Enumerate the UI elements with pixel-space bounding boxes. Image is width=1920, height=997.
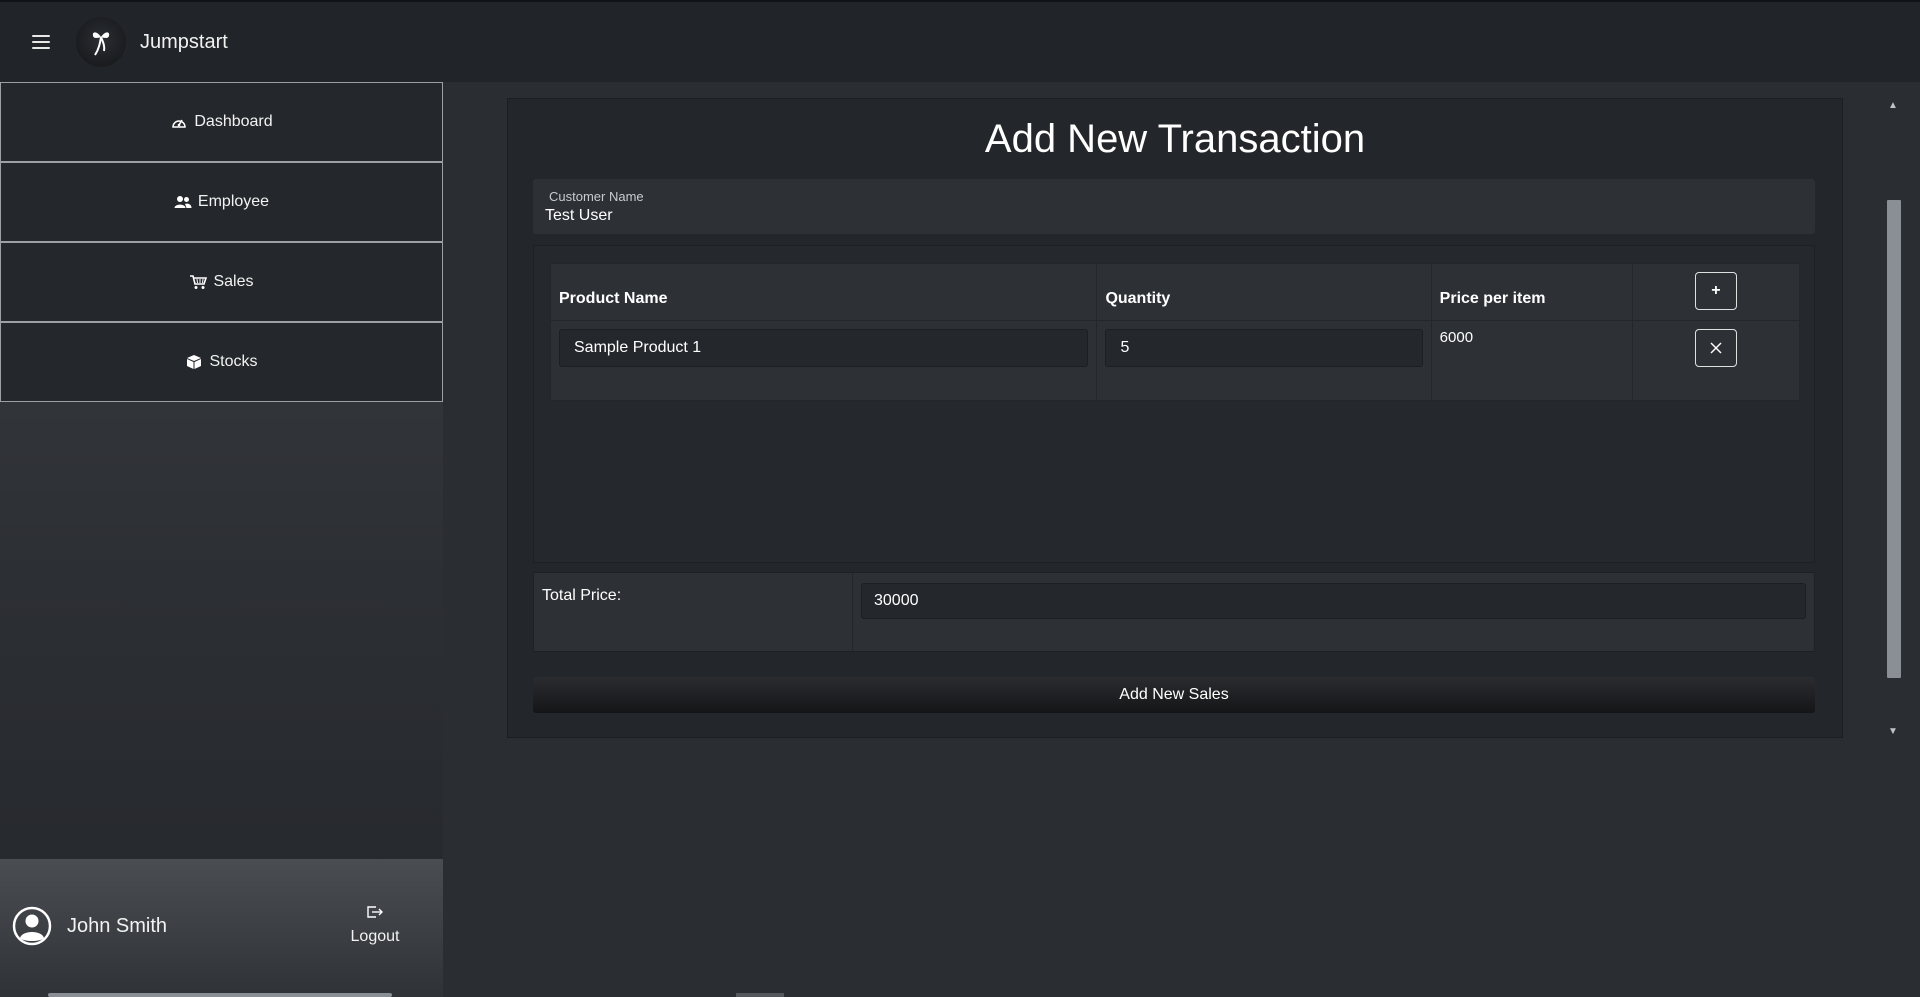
column-header-actions: + (1631, 263, 1801, 321)
cart-icon (189, 273, 208, 291)
avatar-icon (12, 906, 52, 946)
customer-name-value[interactable]: Test User (545, 207, 613, 225)
top-bar: Jumpstart (0, 0, 1920, 82)
column-header-price: Price per item (1430, 263, 1633, 321)
horizontal-scrollbar[interactable] (48, 993, 392, 997)
page-title: Add New Transaction (984, 117, 1366, 161)
gauge-icon (170, 113, 188, 131)
product-name-input[interactable]: Sample Product 1 (559, 329, 1089, 367)
users-icon (174, 193, 192, 211)
remove-row-button[interactable] (1694, 329, 1737, 367)
logout-button[interactable]: Logout (345, 905, 405, 946)
transaction-form-card: Add New Transaction Customer Name Test U… (507, 98, 1843, 738)
price-cell: 6000 (1430, 320, 1633, 401)
main-content: Add New Transaction Customer Name Test U… (443, 82, 1920, 997)
sidebar-item-sales[interactable]: Sales (0, 242, 443, 322)
logout-label: Logout (350, 928, 400, 945)
user-name: John Smith (67, 915, 168, 937)
total-price-input[interactable]: 30000 (861, 583, 1806, 619)
horizontal-scrollbar-thumb[interactable] (736, 993, 784, 997)
sidebar-item-dashboard[interactable]: Dashboard (0, 82, 443, 162)
total-price-label: Total Price: (534, 573, 853, 651)
quantity-input[interactable]: 5 (1105, 329, 1423, 367)
add-row-button[interactable]: + (1694, 272, 1737, 310)
scrollbar-thumb[interactable] (1887, 200, 1901, 678)
column-header-product: Product Name (549, 263, 1098, 321)
hamburger-menu-icon[interactable] (32, 35, 50, 49)
column-header-quantity: Quantity (1096, 263, 1432, 321)
box-icon (185, 353, 203, 371)
total-price-cell: 30000 (853, 573, 1814, 651)
sidebar: Dashboard Employee Sales Stocks John Smi… (0, 82, 443, 997)
sidebar-item-label: Sales (213, 273, 254, 290)
customer-name-label: Customer Name (549, 189, 644, 204)
table-row: Sample Product 1 5 6000 (549, 320, 1801, 401)
sidebar-item-label: Dashboard (194, 113, 273, 130)
sidebar-item-label: Employee (197, 193, 270, 210)
vertical-scrollbar[interactable]: ▲ ▼ (1884, 98, 1902, 738)
app-brand-name: Jumpstart (140, 30, 228, 53)
sidebar-item-label: Stocks (209, 353, 258, 370)
table-header-row: Product Name Quantity Price per item + (549, 263, 1801, 321)
sidebar-item-employee[interactable]: Employee (0, 162, 443, 242)
add-new-sales-button[interactable]: Add New Sales (533, 677, 1815, 713)
scroll-down-icon[interactable]: ▼ (1884, 724, 1902, 738)
scroll-up-icon[interactable]: ▲ (1884, 98, 1902, 112)
logout-icon (366, 906, 384, 923)
actions-cell (1631, 320, 1801, 401)
app-logo (76, 17, 126, 67)
sidebar-item-stocks[interactable]: Stocks (0, 322, 443, 402)
customer-name-field[interactable]: Customer Name Test User (533, 179, 1815, 234)
bow-logo-icon (92, 32, 110, 56)
close-icon (1710, 342, 1722, 354)
product-name-cell: Sample Product 1 (549, 320, 1098, 401)
quantity-cell: 5 (1096, 320, 1432, 401)
total-price-row: Total Price: 30000 (533, 572, 1815, 652)
products-table: Product Name Quantity Price per item + S… (549, 263, 1801, 401)
user-panel: John Smith Logout (0, 859, 443, 997)
products-section: Product Name Quantity Price per item + S… (533, 245, 1815, 563)
